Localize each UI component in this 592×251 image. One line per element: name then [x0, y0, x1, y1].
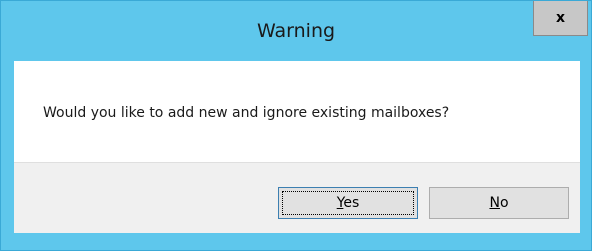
yes-button[interactable]: Yes — [278, 187, 418, 219]
no-label-rest: o — [499, 195, 509, 211]
no-button-label: No — [489, 195, 508, 211]
close-button[interactable]: x — [533, 1, 588, 36]
title-bar[interactable]: Warning x — [1, 1, 591, 61]
warning-dialog: Warning x Would you like to add new and … — [0, 0, 592, 251]
button-bar: Yes No — [14, 162, 580, 233]
focus-ring — [282, 191, 414, 215]
dialog-title: Warning — [256, 20, 336, 42]
close-icon: x — [555, 10, 566, 26]
no-accelerator: N — [489, 195, 500, 211]
dialog-message: Would you like to add new and ignore exi… — [43, 105, 450, 121]
message-area: Would you like to add new and ignore exi… — [14, 61, 580, 162]
no-button[interactable]: No — [429, 187, 569, 219]
